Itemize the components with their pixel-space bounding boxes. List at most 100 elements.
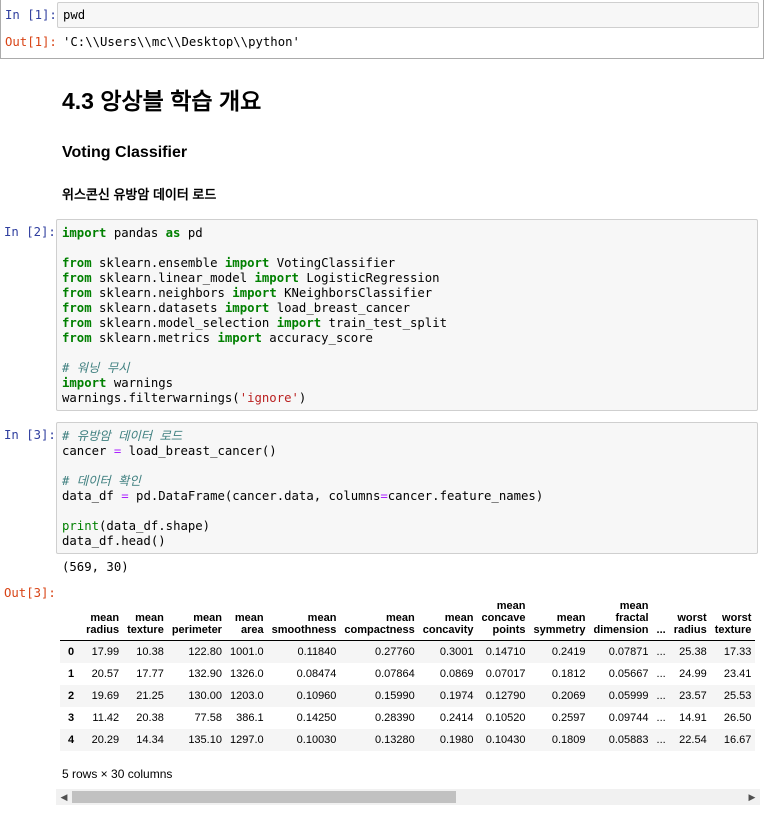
table-cell: 23.41 — [723, 668, 752, 680]
column-header: mean radius — [82, 600, 124, 641]
table-cell: 10.38 — [136, 646, 164, 658]
table-cell: 1203.0 — [229, 690, 264, 702]
code2-line: # 워닝 무시 — [62, 361, 130, 375]
code2-line: import pandas as pd — [62, 226, 203, 240]
code3-line: # 데이터 확인 — [62, 474, 141, 488]
table-cell: 0.2069 — [551, 690, 586, 702]
table-cell: 1297.0 — [229, 734, 264, 746]
table-cell: 0.07871 — [608, 646, 649, 658]
column-header: mean compactness — [340, 600, 419, 641]
table-cell: 22.54 — [679, 734, 707, 746]
table-cell: 0.2414 — [439, 712, 474, 724]
table-cell: 17.99 — [91, 646, 120, 658]
table-cell: 25.38 — [679, 646, 707, 658]
table-cell: 0.1980 — [439, 734, 474, 746]
code2-line: from sklearn.metrics import accuracy_sco… — [62, 331, 373, 345]
table-row: 4 20.29 14.34 135.10 1297.0 0.10030 0.13280 0.1… — [60, 729, 756, 751]
table-cell: 0.09744 — [608, 712, 649, 724]
table-cell: 0.07017 — [485, 668, 526, 680]
out-prompt-3: Out[3]: — [4, 586, 56, 600]
table-row: 3 11.42 20.38 77.58 386.1 0.14250 0.28390 0.241… — [60, 707, 755, 729]
table-row: 2 19.69 21.25 130.00 1203.0 0.10960 0.15990 0.1… — [60, 685, 756, 707]
table-cell: 20.29 — [91, 734, 120, 746]
row-index: 1 — [68, 668, 75, 680]
code2-line: from sklearn.ensemble import VotingClass… — [62, 256, 396, 270]
table-cell: ... — [656, 712, 666, 724]
column-header: mean symmetry — [529, 600, 590, 641]
row-index: 4 — [68, 734, 75, 746]
table-cell: 0.1974 — [439, 690, 474, 702]
table-cell: 0.15990 — [374, 690, 415, 702]
code2-line — [62, 241, 447, 256]
table-cell: 14.34 — [136, 734, 164, 746]
code-text-1: pwd — [63, 8, 86, 22]
cell-1[interactable]: In [1]: pwd Out[1]: 'C:\\Users\\mc\\Desk… — [0, 0, 764, 59]
table-cell: 26.50 — [723, 712, 752, 724]
table-cell: 0.0869 — [439, 668, 474, 680]
heading-voting: Voting Classifier — [62, 144, 188, 161]
column-header: worst radius — [669, 600, 711, 641]
code3-line — [62, 504, 543, 519]
code2-line: from sklearn.datasets import load_breast… — [62, 301, 410, 315]
table-cell: 0.1812 — [551, 668, 586, 680]
code-input-2[interactable]: import pandas as pd from sklearn.ensemble… — [56, 219, 758, 411]
table-cell: 132.90 — [188, 668, 222, 680]
stdout-shape: (569, 30) — [62, 560, 129, 574]
table-cell: ... — [656, 690, 666, 702]
column-header: mean fractal dimension — [589, 600, 653, 641]
index-header — [60, 600, 83, 641]
column-header: mean concavity — [418, 600, 478, 641]
heading-load-data: 위스콘신 유방암 데이터 로드 — [62, 187, 217, 202]
code2-line: import warnings — [62, 376, 174, 390]
table-cell: 20.57 — [91, 668, 120, 680]
table-cell: 0.10430 — [485, 734, 526, 746]
table-row: 0 17.99 10.38 122.80 1001.0 0.11840 0.27760 0.3… — [60, 640, 756, 663]
table-cell: 0.05999 — [608, 690, 649, 702]
table-cell: 122.80 — [188, 646, 222, 658]
table-cell: 0.1809 — [551, 734, 586, 746]
table-cell: 21.25 — [136, 690, 164, 702]
table-row: 1 20.57 17.77 132.90 1326.0 0.08474 0.07864 0.0… — [60, 663, 755, 685]
code-input-3[interactable]: # 유방암 데이터 로드 cancer = load_breast_cancer(… — [56, 422, 758, 554]
table-cell: 17.33 — [723, 646, 752, 658]
table-cell: 0.10030 — [296, 734, 337, 746]
row-index: 0 — [68, 646, 75, 658]
code2-line: from sklearn.model_selection import trai… — [62, 316, 447, 330]
table-cell: 23.57 — [679, 690, 707, 702]
dataframe-footer: 5 rows × 30 columns — [62, 767, 173, 781]
table-cell: 77.58 — [194, 712, 222, 724]
table-cell: 19.69 — [91, 690, 120, 702]
table-cell: 1326.0 — [229, 668, 264, 680]
out-prompt-1: Out[1]: — [5, 35, 57, 49]
row-index: 2 — [68, 690, 75, 702]
code2-line: from sklearn.neighbors import KNeighbors… — [62, 286, 433, 300]
table-cell: 24.99 — [679, 668, 707, 680]
column-header: ... — [652, 600, 670, 641]
table-cell: 0.27760 — [374, 646, 415, 658]
code3-line: cancer = load_breast_cancer() — [62, 444, 277, 458]
column-header: mean area — [225, 600, 268, 641]
table-cell: 135.10 — [188, 734, 222, 746]
table-cell: 1001.0 — [229, 646, 264, 658]
table-cell: 0.28390 — [374, 712, 415, 724]
scroll-right-icon[interactable]: ▶ — [746, 791, 758, 803]
scrollbar-thumb[interactable] — [72, 791, 456, 803]
code2-line: from sklearn.linear_model import Logisti… — [62, 271, 440, 285]
code-input-1[interactable]: pwd — [57, 2, 759, 28]
code3-line: data_df = pd.DataFrame(cancer.data, colu… — [62, 489, 544, 503]
table-cell: 0.07864 — [374, 668, 415, 680]
code3-line: data_df.head() — [62, 534, 166, 548]
row-index: 3 — [68, 712, 75, 724]
table-cell: ... — [656, 646, 666, 658]
table-cell: 0.08474 — [296, 668, 337, 680]
horizontal-scrollbar[interactable]: ◀ ▶ — [56, 789, 760, 805]
table-cell: 0.05667 — [608, 668, 649, 680]
column-header: mean perimeter — [167, 600, 226, 641]
code-block-2: import pandas as pd from sklearn.ensemble… — [62, 226, 447, 406]
code3-line: print(data_df.shape) — [62, 519, 211, 533]
scroll-left-icon[interactable]: ◀ — [58, 791, 70, 803]
in-prompt-2: In [2]: — [4, 225, 56, 239]
table-cell: 0.14710 — [485, 646, 526, 658]
table-cell: 130.00 — [188, 690, 222, 702]
column-header: worst texture — [710, 600, 756, 641]
